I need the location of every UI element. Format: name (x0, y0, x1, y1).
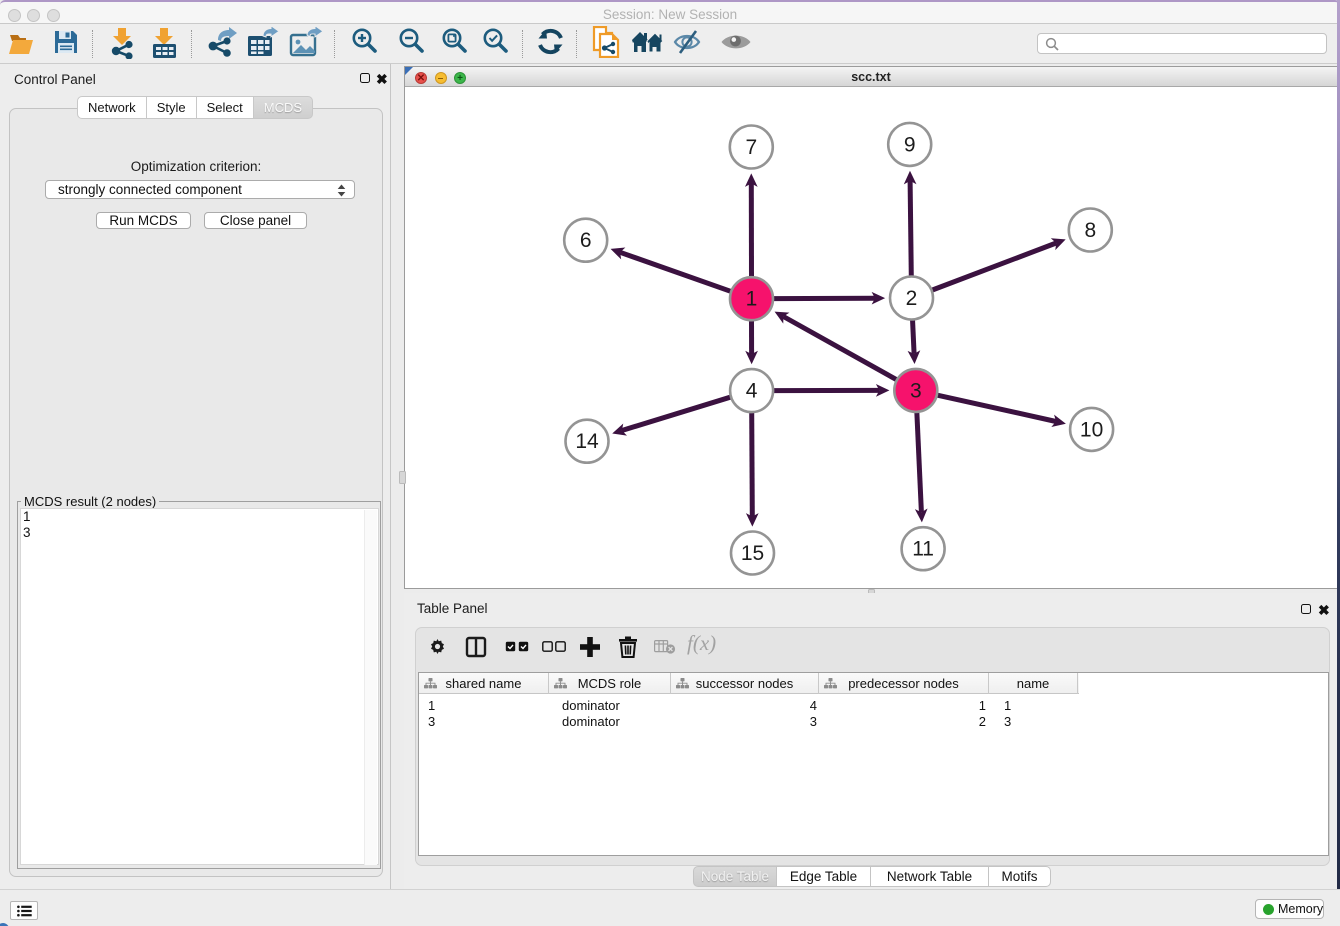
svg-text:15: 15 (741, 542, 764, 565)
svg-text:9: 9 (904, 133, 916, 156)
svg-text:4: 4 (746, 380, 758, 403)
svg-text:7: 7 (745, 136, 757, 159)
svg-text:10: 10 (1080, 418, 1103, 441)
svg-text:2: 2 (906, 287, 918, 310)
svg-text:8: 8 (1084, 219, 1096, 242)
svg-text:6: 6 (580, 229, 592, 252)
svg-text:1: 1 (746, 288, 758, 311)
svg-text:11: 11 (912, 538, 934, 561)
svg-text:3: 3 (910, 379, 922, 402)
svg-text:14: 14 (575, 430, 599, 453)
